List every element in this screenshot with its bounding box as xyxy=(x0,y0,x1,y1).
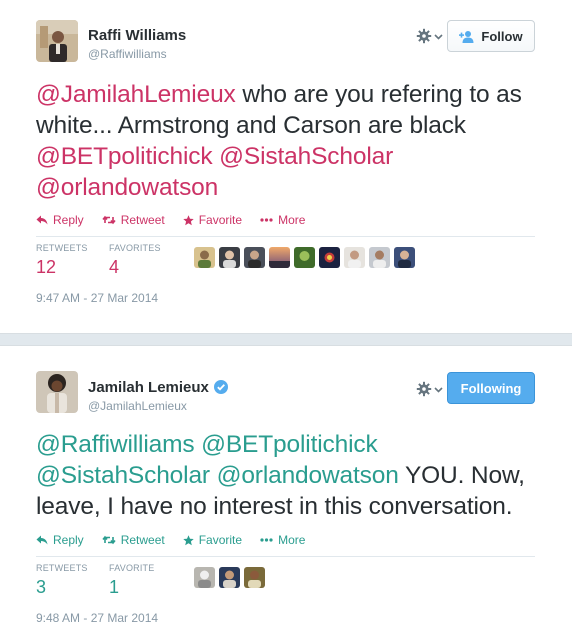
display-name-row: Jamilah Lemieux xyxy=(88,379,228,396)
retweets-value: 12 xyxy=(36,257,57,277)
retweet-icon xyxy=(102,215,116,225)
retweet-count[interactable]: RETWEETS 12 xyxy=(36,243,88,278)
avatar[interactable] xyxy=(219,567,240,588)
settings-menu[interactable] xyxy=(416,28,443,44)
retweet-button[interactable]: Retweet xyxy=(102,213,165,227)
mention-link[interactable]: @BETpolitichick xyxy=(36,143,213,170)
display-name[interactable]: Raffi Williams xyxy=(88,27,186,44)
avatar[interactable] xyxy=(269,247,290,268)
divider xyxy=(36,236,535,237)
more-button[interactable]: More xyxy=(260,213,305,227)
mention-link[interactable]: @BETpolitichick xyxy=(201,431,378,458)
following-button-label: Following xyxy=(460,380,522,396)
retweets-value: 3 xyxy=(36,577,47,597)
mention-link[interactable]: @Raffiwilliams xyxy=(36,431,195,458)
reply-button[interactable]: Reply xyxy=(36,213,84,227)
gear-icon xyxy=(416,381,432,397)
tweet-actions: Reply Retweet Favorite More xyxy=(36,533,305,547)
favorites-label: FAVORITES xyxy=(109,243,161,253)
tweet-card-jamilah: Jamilah Lemieux @JamilahLemieux Followin… xyxy=(0,345,572,639)
mention-link[interactable]: @JamilahLemieux xyxy=(36,81,236,108)
avatar[interactable] xyxy=(194,567,215,588)
retweets-label: RETWEETS xyxy=(36,563,88,573)
star-icon xyxy=(183,534,194,545)
avatar[interactable] xyxy=(344,247,365,268)
tweet-card-raffi: Raffi Williams @Raffiwilliams Follow @Ja xyxy=(0,0,572,334)
favorites-value: 4 xyxy=(109,257,120,277)
favoriter-avatars xyxy=(194,247,415,268)
ellipsis-icon xyxy=(260,218,273,222)
user-handle[interactable]: @Raffiwilliams xyxy=(88,47,167,61)
favoriter-avatars xyxy=(194,567,265,588)
reply-label: Reply xyxy=(53,213,84,227)
avatar[interactable] xyxy=(244,247,265,268)
tweet-text: @JamilahLemieux who are you refering to … xyxy=(36,79,546,203)
following-button[interactable]: Following xyxy=(447,372,535,404)
favorites-value: 1 xyxy=(109,577,120,597)
retweet-label: Retweet xyxy=(120,533,165,547)
favorite-count[interactable]: FAVORITE 1 xyxy=(109,563,154,598)
favorites-label: FAVORITE xyxy=(109,563,155,573)
more-button[interactable]: More xyxy=(260,533,305,547)
avatar[interactable] xyxy=(319,247,340,268)
avatar[interactable] xyxy=(36,371,78,413)
reply-arrow-icon xyxy=(36,535,48,545)
mention-link[interactable]: @orlandowatson xyxy=(36,174,218,201)
more-label: More xyxy=(278,533,306,547)
favorite-button[interactable]: Favorite xyxy=(183,533,242,547)
add-person-icon xyxy=(459,30,474,43)
chevron-down-icon xyxy=(434,386,443,393)
avatar[interactable] xyxy=(194,247,215,268)
star-icon xyxy=(183,214,194,225)
reply-button[interactable]: Reply xyxy=(36,533,84,547)
tweet-text: @Raffiwilliams @BETpolitichick @SistahSc… xyxy=(36,429,546,522)
retweet-label: Retweet xyxy=(120,213,165,227)
more-label: More xyxy=(278,213,306,227)
favorite-label: Favorite xyxy=(198,213,243,227)
divider xyxy=(36,556,535,557)
favorite-count[interactable]: FAVORITES 4 xyxy=(109,243,161,278)
avatar[interactable] xyxy=(244,567,265,588)
retweet-button[interactable]: Retweet xyxy=(102,533,165,547)
avatar[interactable] xyxy=(369,247,390,268)
tweet-text-segment xyxy=(210,462,217,489)
avatar[interactable] xyxy=(294,247,315,268)
mention-link[interactable]: @SistahScholar xyxy=(219,143,393,170)
follow-button-label: Follow xyxy=(481,28,523,44)
retweets-label: RETWEETS xyxy=(36,243,88,253)
display-name[interactable]: Jamilah Lemieux xyxy=(88,379,209,396)
follow-button[interactable]: Follow xyxy=(447,20,535,52)
mention-link[interactable]: @SistahScholar xyxy=(36,462,210,489)
tweet-timestamp[interactable]: 9:47 AM - 27 Mar 2014 xyxy=(36,291,158,305)
user-handle[interactable]: @JamilahLemieux xyxy=(88,399,187,413)
avatar[interactable] xyxy=(219,247,240,268)
reply-arrow-icon xyxy=(36,215,48,225)
favorite-button[interactable]: Favorite xyxy=(183,213,242,227)
mention-link[interactable]: @orlandowatson xyxy=(217,462,399,489)
retweet-count[interactable]: RETWEETS 3 xyxy=(36,563,88,598)
tweet-timestamp[interactable]: 9:48 AM - 27 Mar 2014 xyxy=(36,611,158,625)
verified-badge-icon xyxy=(213,380,228,394)
avatar[interactable] xyxy=(36,20,78,62)
favorite-label: Favorite xyxy=(198,533,243,547)
reply-label: Reply xyxy=(53,533,84,547)
gear-icon xyxy=(416,28,432,44)
tweet-actions: Reply Retweet Favorite More xyxy=(36,213,305,227)
avatar[interactable] xyxy=(394,247,415,268)
retweet-icon xyxy=(102,535,116,545)
chevron-down-icon xyxy=(434,33,443,40)
ellipsis-icon xyxy=(260,538,273,542)
settings-menu[interactable] xyxy=(416,381,443,397)
